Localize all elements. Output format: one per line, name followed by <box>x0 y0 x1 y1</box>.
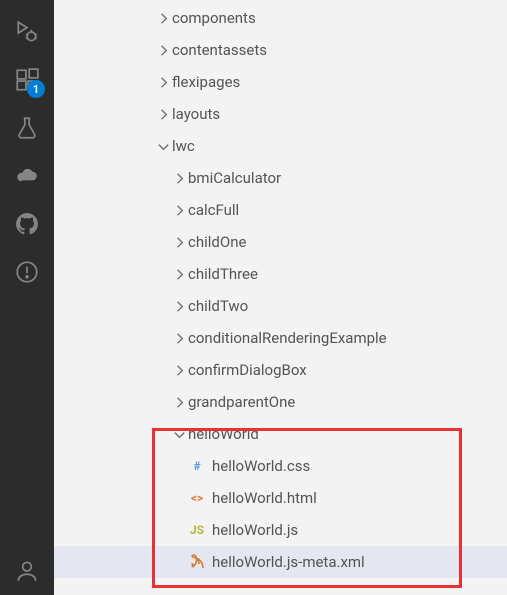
file-helloworld-html[interactable]: <> helloWorld.html <box>54 482 507 514</box>
folder-childone[interactable]: childOne <box>54 226 507 258</box>
activity-run-debug[interactable] <box>3 8 51 56</box>
file-helloworld-meta-xml[interactable]: helloWorld.js-meta.xml <box>54 546 507 578</box>
chevron-right-icon <box>170 329 188 347</box>
chevron-right-icon <box>170 297 188 315</box>
chevron-down-icon <box>170 425 188 443</box>
folder-layouts[interactable]: layouts <box>54 98 507 130</box>
folder-label: contentassets <box>172 41 267 59</box>
html-file-icon: <> <box>188 489 206 507</box>
activity-issues[interactable] <box>3 248 51 296</box>
activity-salesforce[interactable] <box>3 152 51 200</box>
folder-label: calcFull <box>188 201 239 219</box>
folder-label: childThree <box>188 265 258 283</box>
extensions-badge: 1 <box>27 80 45 98</box>
issue-icon <box>14 259 40 285</box>
beaker-icon <box>14 115 40 141</box>
folder-confirmdialogbox[interactable]: confirmDialogBox <box>54 354 507 386</box>
folder-components[interactable]: components <box>54 2 507 34</box>
chevron-down-icon <box>154 137 172 155</box>
file-label: helloWorld.js <box>212 521 298 539</box>
folder-childthree[interactable]: childThree <box>54 258 507 290</box>
play-bug-icon <box>14 19 40 45</box>
folder-lwc[interactable]: lwc <box>54 130 507 162</box>
chevron-right-icon <box>170 393 188 411</box>
folder-label: flexipages <box>172 73 240 91</box>
activity-testing[interactable] <box>3 104 51 152</box>
activity-account[interactable] <box>3 547 51 595</box>
cloud-icon <box>14 163 40 189</box>
folder-label: bmiCalculator <box>188 169 281 187</box>
chevron-right-icon <box>170 265 188 283</box>
file-label: helloWorld.css <box>212 457 310 475</box>
folder-label: lwc <box>172 137 195 155</box>
chevron-right-icon <box>154 73 172 91</box>
folder-flexipages[interactable]: flexipages <box>54 66 507 98</box>
folder-label: layouts <box>172 105 220 123</box>
chevron-right-icon <box>154 9 172 27</box>
folder-label: childOne <box>188 233 246 251</box>
file-label: helloWorld.js-meta.xml <box>212 553 365 571</box>
activity-github[interactable] <box>3 200 51 248</box>
chevron-right-icon <box>154 41 172 59</box>
activity-bar: 1 <box>0 0 54 595</box>
chevron-right-icon <box>170 233 188 251</box>
folder-conditionalrenderingexample[interactable]: conditionalRenderingExample <box>54 322 507 354</box>
file-helloworld-js[interactable]: JS helloWorld.js <box>54 514 507 546</box>
folder-label: childTwo <box>188 297 248 315</box>
folder-helloworld[interactable]: helloWorld <box>54 418 507 450</box>
xml-file-icon <box>188 553 206 571</box>
file-helloworld-css[interactable]: # helloWorld.css <box>54 450 507 482</box>
chevron-right-icon <box>170 169 188 187</box>
folder-bmicalculator[interactable]: bmiCalculator <box>54 162 507 194</box>
folder-calcfull[interactable]: calcFull <box>54 194 507 226</box>
folder-contentassets[interactable]: contentassets <box>54 34 507 66</box>
folder-label: grandparentOne <box>188 393 295 411</box>
folder-childtwo[interactable]: childTwo <box>54 290 507 322</box>
folder-label: helloWorld <box>188 425 259 443</box>
folder-label: components <box>172 9 256 27</box>
file-label: helloWorld.html <box>212 489 317 507</box>
chevron-right-icon <box>170 201 188 219</box>
file-explorer[interactable]: components contentassets flexipages layo… <box>54 0 507 595</box>
js-file-icon: JS <box>188 521 206 539</box>
chevron-right-icon <box>170 361 188 379</box>
chevron-right-icon <box>154 105 172 123</box>
folder-label: conditionalRenderingExample <box>188 329 387 347</box>
github-icon <box>14 211 40 237</box>
folder-label: confirmDialogBox <box>188 361 307 379</box>
activity-extensions[interactable]: 1 <box>3 56 51 104</box>
account-icon <box>14 558 40 584</box>
css-file-icon: # <box>188 457 206 475</box>
folder-grandparentone[interactable]: grandparentOne <box>54 386 507 418</box>
